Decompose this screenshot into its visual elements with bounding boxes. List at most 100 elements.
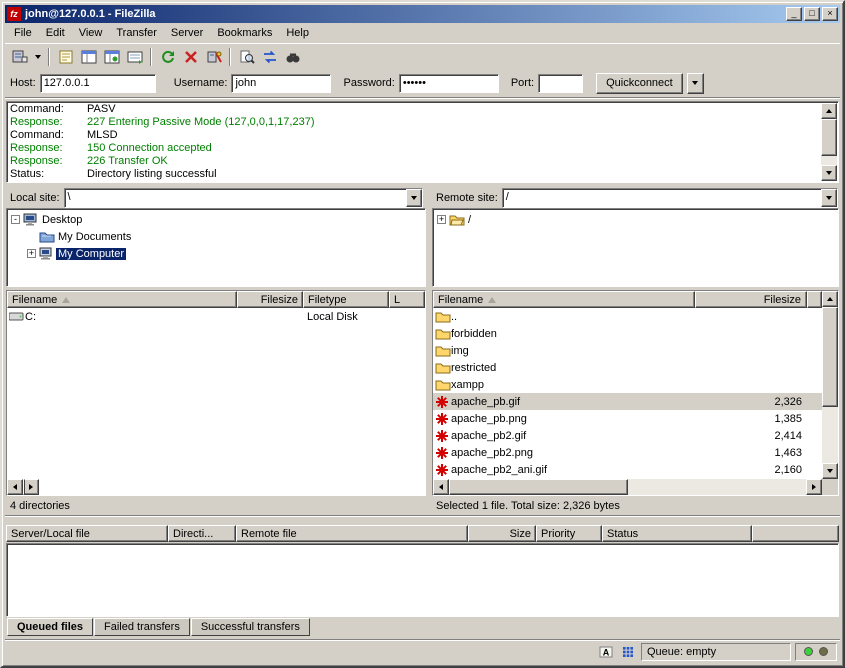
quickconnect-button[interactable]: Quickconnect [596,73,683,94]
menu-server[interactable]: Server [164,25,210,41]
file-row[interactable]: forbidden [433,325,822,342]
disconnect-button[interactable] [202,46,225,68]
scrollbar-thumb[interactable] [449,479,628,495]
queue-column-server-local-file[interactable]: Server/Local file [6,525,168,542]
minimize-button[interactable]: _ [786,7,802,21]
file-row-c-drive[interactable]: C: Local Disk [7,308,425,325]
synchronized-browsing-button[interactable] [258,46,281,68]
toggle-remote-tree-button[interactable] [100,46,123,68]
queue-column-blank [752,525,839,542]
desktop-icon [23,213,40,226]
file-row[interactable]: apache_pb2_ani.gif 2,160 [433,461,822,478]
queue-column-status[interactable]: Status [602,525,752,542]
username-input[interactable] [231,74,331,93]
scroll-left-button[interactable] [433,479,449,495]
folder-icon [433,327,451,340]
quickconnect-dropdown-button[interactable] [687,73,704,94]
combo-dropdown-button[interactable] [821,189,837,207]
tab-failed-transfers[interactable]: Failed transfers [94,618,190,636]
remote-status-text: Selected 1 file. Total size: 2,326 bytes [431,500,840,512]
column-header-last-modified[interactable]: L [389,291,425,308]
file-row[interactable]: xampp [433,376,822,393]
scroll-left-button[interactable] [7,479,23,495]
remote-vertical-scrollbar[interactable] [822,291,838,479]
menu-edit[interactable]: Edit [39,25,72,41]
documents-folder-icon [39,230,56,243]
tab-successful-transfers[interactable]: Successful transfers [191,618,310,636]
local-horizontal-scrollbar[interactable] [7,479,39,495]
scroll-right-button[interactable] [806,479,822,495]
log-scrollbar[interactable] [821,103,837,181]
scroll-down-button[interactable] [822,463,838,479]
file-row[interactable]: apache_pb2.gif 2,414 [433,427,822,444]
remote-horizontal-scrollbar[interactable] [433,479,822,495]
expand-icon[interactable]: + [27,249,36,258]
toggle-message-log-icon [58,49,74,65]
password-input[interactable] [399,74,499,93]
remote-site-combobox[interactable]: / [502,188,838,208]
scroll-right-button[interactable] [23,479,39,495]
scrollbar-thumb[interactable] [821,119,837,156]
queue-column-direction[interactable]: Directi... [168,525,236,542]
column-header-filename[interactable]: Filename [7,291,237,308]
tree-item-my-documents[interactable]: My Documents [24,228,424,245]
log-line: Command:MLSD [10,129,820,142]
chevron-down-icon [826,196,832,200]
scroll-down-button[interactable] [821,165,837,181]
combo-dropdown-button[interactable] [406,189,422,207]
collapse-icon[interactable]: - [11,215,20,224]
toggle-message-log-button[interactable] [54,46,77,68]
tree-item-root[interactable]: + / [434,211,837,228]
close-button[interactable]: × [822,7,838,21]
queue-column-remote-file[interactable]: Remote file [236,525,468,542]
file-row[interactable]: apache_pb.png 1,385 [433,410,822,427]
directory-comparison-button[interactable] [235,46,258,68]
menu-file[interactable]: File [7,25,39,41]
tree-item-my-computer[interactable]: + My Computer [24,245,424,262]
maximize-button[interactable]: □ [804,7,820,21]
toggle-transfer-queue-button[interactable] [123,46,146,68]
queue-column-priority[interactable]: Priority [536,525,602,542]
find-files-button[interactable] [281,46,304,68]
toggle-local-tree-button[interactable] [77,46,100,68]
refresh-button[interactable] [156,46,179,68]
port-input[interactable] [538,74,583,93]
cancel-operation-button[interactable] [179,46,202,68]
column-header-filetype[interactable]: Filetype [303,291,389,308]
chevron-down-icon [35,55,41,59]
file-row[interactable]: apache_pb2.png 1,463 [433,444,822,461]
menu-bookmarks[interactable]: Bookmarks [210,25,279,41]
scroll-up-button[interactable] [821,103,837,119]
file-row[interactable]: .. [433,308,822,325]
image-file-icon [433,412,451,426]
pane-status-strip: 4 directories Selected 1 file. Total siz… [5,496,840,516]
menu-transfer[interactable]: Transfer [109,25,164,41]
site-manager-dropdown-button[interactable] [31,46,44,68]
tree-item-desktop[interactable]: - Desktop [8,211,424,228]
scroll-up-button[interactable] [822,291,838,307]
log-line: Status:Directory listing successful [10,168,820,181]
file-row[interactable]: restricted [433,359,822,376]
local-file-list-body: C: Local Disk [7,308,425,479]
site-manager-button[interactable] [8,46,31,68]
expand-icon[interactable]: + [437,215,446,224]
column-header-filesize[interactable]: Filesize [695,291,807,308]
sort-ascending-icon [488,297,496,303]
local-file-list-header: Filename Filesize Filetype L [7,291,425,308]
host-input[interactable] [40,74,156,93]
local-site-combobox[interactable]: \ [64,188,423,208]
refresh-icon [160,49,176,65]
scrollbar-thumb[interactable] [23,479,25,495]
column-header-filesize[interactable]: Filesize [237,291,303,308]
menu-view[interactable]: View [72,25,110,41]
message-log: Command:PASV Response:227 Entering Passi… [6,101,839,183]
title-bar: fz john@127.0.0.1 - FileZilla _ □ × [5,5,840,23]
file-row-selected[interactable]: apache_pb.gif 2,326 [433,393,822,410]
tab-queued-files[interactable]: Queued files [7,618,93,636]
queue-column-size[interactable]: Size [468,525,536,542]
menu-help[interactable]: Help [279,25,316,41]
scrollbar-thumb[interactable] [822,307,838,407]
folder-icon [433,361,451,374]
column-header-filename[interactable]: Filename [433,291,695,308]
file-row[interactable]: img [433,342,822,359]
